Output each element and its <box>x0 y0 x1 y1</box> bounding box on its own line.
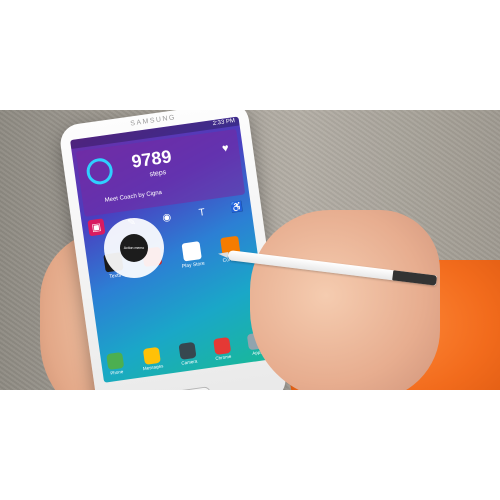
dock-label: Chrome <box>215 353 232 362</box>
smartphone: SAMSUNG 2:33 PM 9789 steps ♥ Meet Coach … <box>58 110 288 390</box>
camera-app-icon <box>178 341 197 360</box>
steps-count: 9789 <box>130 146 173 172</box>
photo-scene: SAMSUNG 2:33 PM 9789 steps ♥ Meet Coach … <box>0 110 500 390</box>
s-pen-tip <box>217 250 229 258</box>
air-command-menu[interactable]: Action memo <box>104 218 164 278</box>
app-label: Play Store <box>181 260 206 270</box>
play-store-icon <box>181 241 202 262</box>
steps-label: steps <box>149 169 167 179</box>
accessibility-icon[interactable]: ♿ <box>228 199 246 217</box>
dock-camera[interactable]: Camera <box>178 341 198 366</box>
step-progress-icon <box>84 156 115 187</box>
right-hand <box>250 210 440 390</box>
coach-text: Meet Coach by Cigna <box>104 189 163 204</box>
heart-icon: ♥ <box>221 142 230 155</box>
dock-phone[interactable]: Phone <box>106 351 125 376</box>
app-dock: Phone Messages Camera Chrome Apps <box>106 332 266 376</box>
home-button[interactable] <box>173 386 212 390</box>
dock-chrome[interactable]: Chrome <box>212 336 232 362</box>
dock-label: Camera <box>181 358 198 366</box>
chrome-icon <box>212 336 231 356</box>
air-command-center[interactable]: Action memo <box>120 234 148 262</box>
camera-icon[interactable]: ◉ <box>158 208 176 226</box>
dock-messages[interactable]: Messages <box>140 346 164 372</box>
dock-label: Messages <box>142 363 164 372</box>
messages-icon <box>142 346 161 365</box>
dock-label: Phone <box>110 369 124 376</box>
text-icon[interactable]: T <box>193 203 211 221</box>
phone-icon <box>106 351 125 371</box>
app-play-store[interactable]: Play Store <box>171 240 214 271</box>
photo-icon[interactable]: ▣ <box>87 218 106 237</box>
phone-screen: 2:33 PM 9789 steps ♥ Meet Coach by Cigna… <box>70 116 273 383</box>
status-time: 2:33 PM <box>212 118 236 128</box>
